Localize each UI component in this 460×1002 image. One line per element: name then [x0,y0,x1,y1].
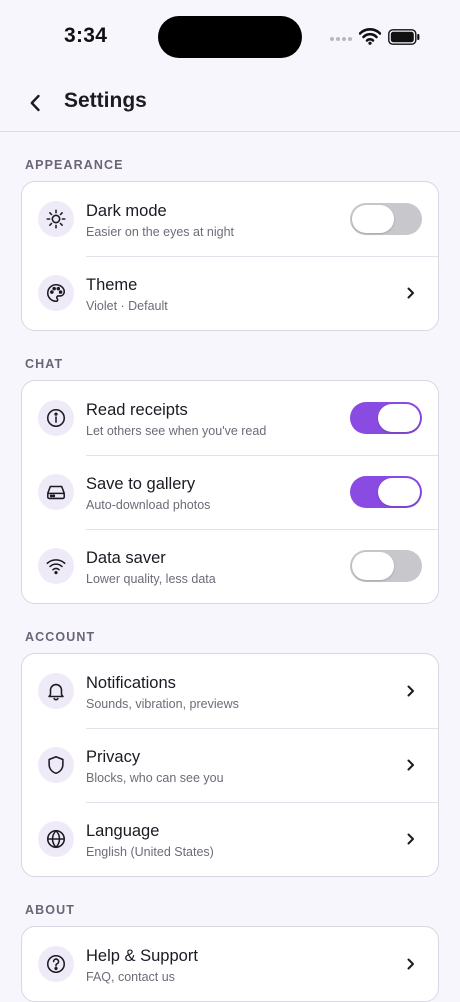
row-subtitle: Auto-download photos [86,498,211,512]
row-title: Data saver [86,549,166,567]
chevron-left-icon [30,94,40,112]
settings-card-account: Notifications Sounds, vibration, previews… [21,653,439,877]
row-subtitle: Violet · Default [86,299,168,313]
settings-list: APPEARANCE Dark mode Easier on the eyes at… [0,132,460,1002]
row-subtitle: Sounds, vibration, previews [86,697,239,711]
palette-icon [38,275,74,311]
settings-row-dark-mode[interactable]: Dark mode Easier on the eyes at night [22,182,438,256]
toggle-knob [352,552,394,580]
section-header-account: ACCOUNT [25,630,96,644]
section-header-about: ABOUT [25,903,75,917]
page-title: Settings [64,89,147,112]
row-text: Help & Support FAQ, contact us [86,946,198,985]
row-subtitle: Blocks, who can see you [86,771,224,785]
settings-row-privacy[interactable]: Privacy Blocks, who can see you [22,728,438,802]
dark-mode-toggle[interactable] [350,203,422,235]
shield-icon [38,747,74,783]
help-icon [38,946,74,982]
cellular-signal-icon [330,37,352,41]
row-text: Save to gallery Auto-download photos [86,474,210,513]
chevron-right-icon [407,759,414,771]
chevron-right-icon [407,685,414,697]
row-title: Help & Support [86,947,198,965]
chevron-right-icon [407,287,414,299]
row-title: Language [86,822,160,840]
settings-row-notifications[interactable]: Notifications Sounds, vibration, previews [22,654,438,728]
row-subtitle: Let others see when you've read [86,424,267,438]
bell-icon [38,673,74,709]
settings-row-help-and-support[interactable]: Help & Support FAQ, contact us [22,927,438,1001]
save-to-gallery-toggle[interactable] [350,476,422,508]
row-subtitle: English (United States) [86,845,214,859]
row-title: Notifications [86,674,176,692]
row-text: Language English (United States) [86,821,214,860]
wifi-status-icon [359,28,381,45]
toggle-knob [378,478,420,506]
row-text: Theme Violet · Default [86,275,168,314]
settings-card-appearance: Dark mode Easier on the eyes at night Them… [21,181,439,331]
navigation-bar: Settings [0,76,460,132]
battery-icon [388,29,420,45]
section-header-chat: CHAT [25,357,64,371]
row-text: Notifications Sounds, vibration, previews [86,673,239,712]
globe-icon [38,821,74,857]
row-subtitle: Easier on the eyes at night [86,225,235,239]
row-title: Save to gallery [86,475,196,493]
row-subtitle: FAQ, contact us [86,970,175,984]
row-text: Privacy Blocks, who can see you [86,747,224,786]
row-text: Data saver Lower quality, less data [86,548,216,587]
dynamic-island [158,16,302,58]
settings-row-data-saver[interactable]: Data saver Lower quality, less data [22,529,438,603]
settings-row-read-receipts[interactable]: Read receipts Let others see when you've … [22,381,438,455]
back-button[interactable] [20,88,50,118]
sun-icon [38,201,74,237]
settings-card-about: Help & Support FAQ, contact us [21,926,439,1002]
status-bar: 3:34 [0,0,460,76]
status-time: 3:34 [64,24,108,47]
toggle-knob [352,205,394,233]
row-text: Dark mode Easier on the eyes at night [86,201,234,240]
info-icon [38,400,74,436]
data-saver-toggle[interactable] [350,550,422,582]
row-title: Privacy [86,748,141,766]
row-title: Read receipts [86,401,188,419]
chevron-right-icon [407,833,414,845]
wifi-icon [38,548,74,584]
toggle-knob [378,404,420,432]
read-receipts-toggle[interactable] [350,402,422,434]
settings-row-save-to-gallery[interactable]: Save to gallery Auto-download photos [22,455,438,529]
row-title: Dark mode [86,202,167,220]
row-title: Theme [86,276,138,294]
row-text: Read receipts Let others see when you've … [86,400,266,439]
settings-card-chat: Read receipts Let others see when you've … [21,380,439,604]
section-header-appearance: APPEARANCE [25,158,124,172]
settings-row-language[interactable]: Language English (United States) [22,802,438,876]
settings-row-theme[interactable]: Theme Violet · Default [22,256,438,330]
row-subtitle: Lower quality, less data [86,572,216,586]
drive-icon [38,474,74,510]
chevron-right-icon [407,958,414,970]
